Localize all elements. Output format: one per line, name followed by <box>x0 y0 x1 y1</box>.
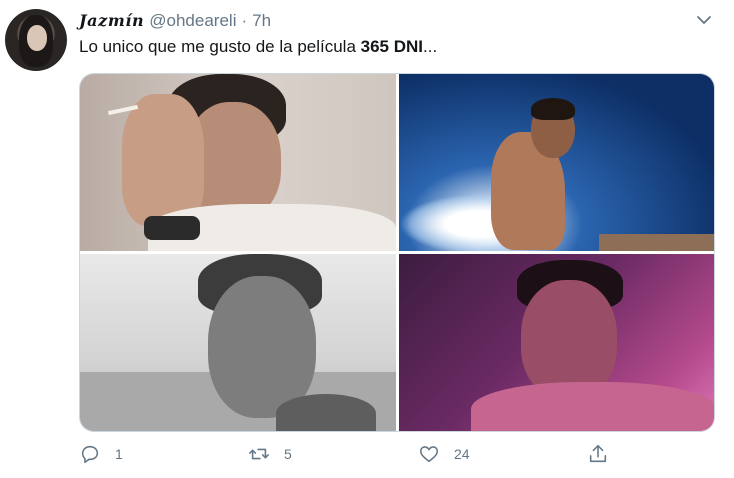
heart-icon <box>419 446 439 463</box>
photo-4-face <box>521 280 617 398</box>
tweet-text-bold: 365 DNI <box>360 37 424 56</box>
avatar[interactable] <box>5 9 67 71</box>
tweet-text: Lo unico que me gusto de la película 365… <box>79 37 437 57</box>
photo-1-watch <box>144 216 200 240</box>
retweet-count: 5 <box>284 446 292 462</box>
tweet-actions: 1 5 24 <box>0 443 734 471</box>
reply-icon <box>81 445 99 464</box>
media-photo-4[interactable] <box>399 254 714 431</box>
photo-2-rock <box>599 234 714 251</box>
reply-count: 1 <box>115 446 123 462</box>
avatar-face <box>27 25 47 51</box>
header-separator: · <box>241 11 248 30</box>
photo-2-hair <box>531 98 575 120</box>
share-button[interactable] <box>587 443 609 465</box>
like-button[interactable]: 24 <box>418 443 470 465</box>
photo-4-body <box>471 382 714 431</box>
like-count: 24 <box>454 446 470 462</box>
author-handle[interactable]: @ohdeareli <box>149 11 236 31</box>
reply-button[interactable]: 1 <box>79 443 123 465</box>
author-name[interactable]: Jazmín <box>79 11 144 30</box>
photo-1-hand <box>122 94 204 226</box>
share-icon <box>589 444 607 463</box>
tweet-timestamp[interactable]: 7h <box>252 11 271 31</box>
tweet-text-ellipsis: ... <box>423 37 438 56</box>
media-photo-2[interactable] <box>399 74 714 251</box>
retweet-button[interactable]: 5 <box>248 443 292 465</box>
media-photo-3[interactable] <box>80 254 396 431</box>
media-grid <box>79 73 715 432</box>
caret-down-icon[interactable] <box>695 13 713 27</box>
photo-3-shoulder <box>276 394 376 431</box>
media-photo-1[interactable] <box>80 74 396 251</box>
tweet-text-main: Lo unico que me gusto de la película <box>79 37 361 56</box>
retweet-icon <box>249 448 269 460</box>
tweet-header: Jazmín @ohdeareli · 7h <box>79 11 271 31</box>
